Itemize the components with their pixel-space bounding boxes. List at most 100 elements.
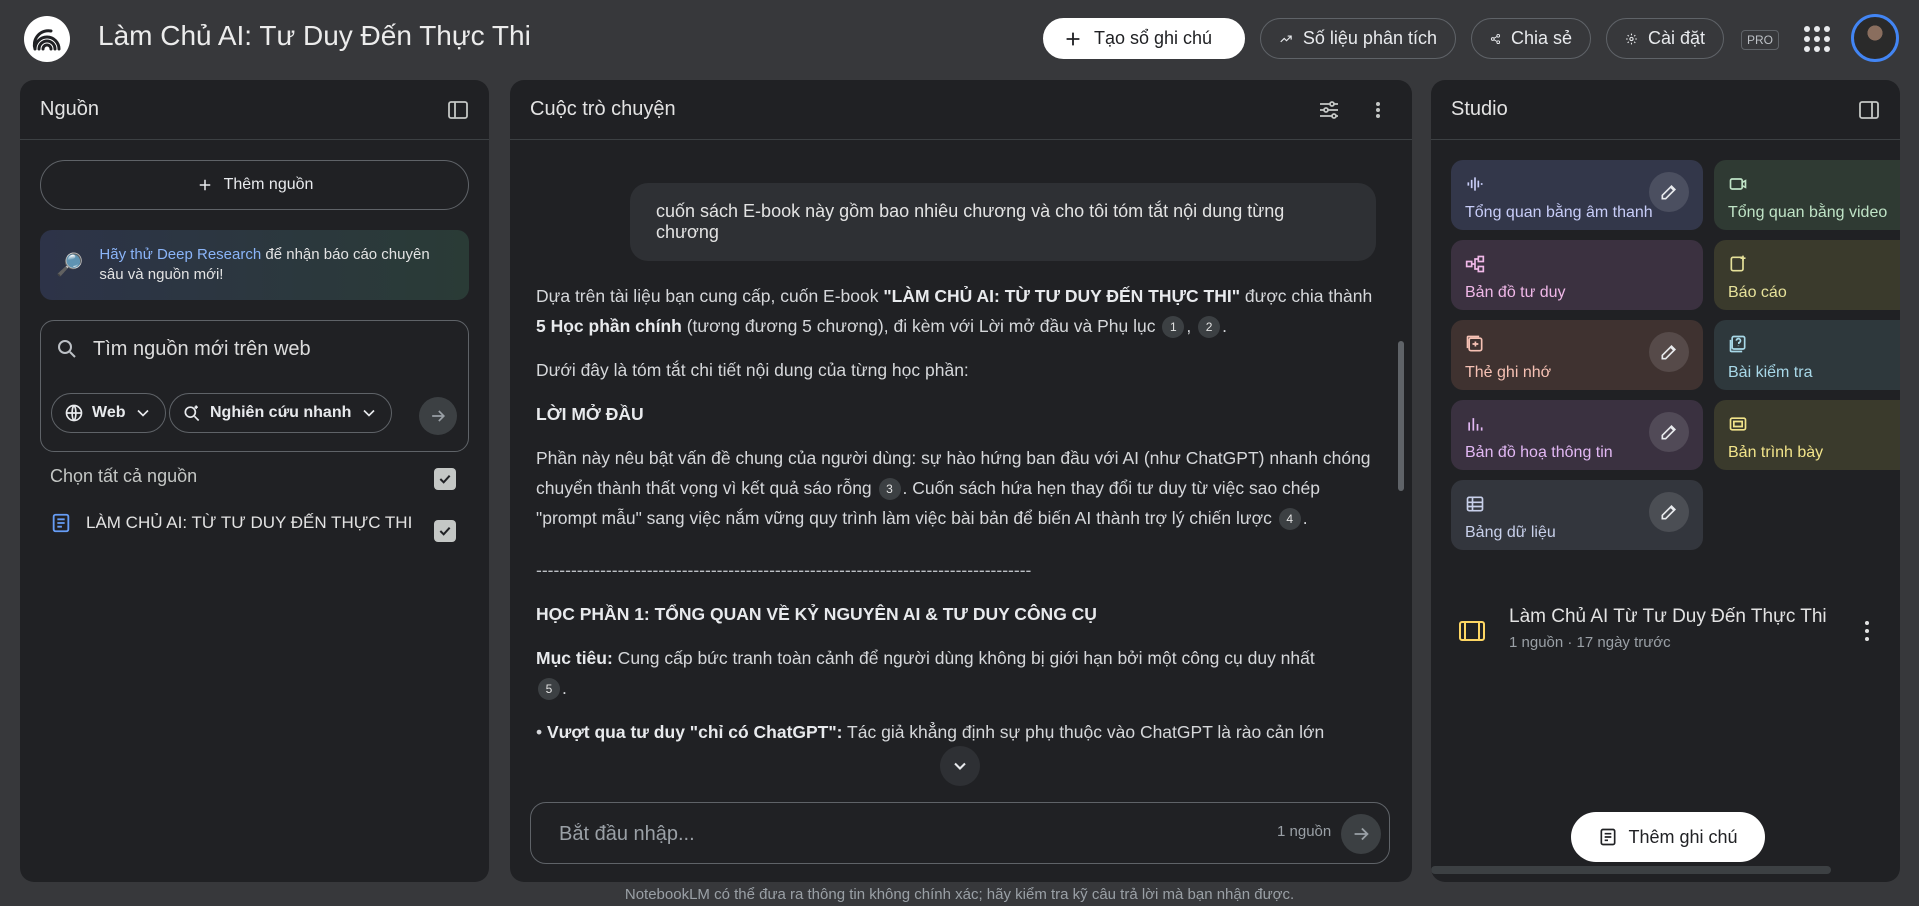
source-item-checkbox[interactable]	[434, 520, 456, 542]
studio-tile[interactable]: Bản đồ hoạ thông tin	[1451, 400, 1703, 470]
answer-paragraph: Phần này nêu bật vấn đề chung của người …	[536, 443, 1376, 533]
video-icon	[1728, 174, 1748, 194]
chevron-down-icon	[137, 409, 150, 417]
chat-scroll-area[interactable]: cuốn sách E-book này gồm bao nhiêu chươn…	[510, 141, 1412, 811]
edit-pencil-icon[interactable]	[1649, 172, 1689, 212]
chat-panel-title: Cuộc trò chuyện	[530, 98, 676, 120]
answer-heading: HỌC PHẦN 1: TỔNG QUAN VỀ KỶ NGUYÊN AI & …	[536, 604, 1097, 624]
source-item[interactable]: LÀM CHỦ AI: TỪ TƯ DUY ĐẾN THỰC THI	[50, 512, 412, 534]
flashcard-icon	[1465, 334, 1485, 354]
chevron-down-icon	[954, 762, 966, 770]
chat-panel: Cuộc trò chuyện cuốn sách E-book này gồm…	[510, 80, 1412, 882]
select-all-checkbox[interactable]	[434, 468, 456, 490]
analytics-button[interactable]: Số liệu phân tích	[1260, 18, 1456, 59]
studio-tile[interactable]: Bài kiểm tra	[1714, 320, 1900, 390]
check-icon	[439, 526, 451, 536]
settings-label: Cài đặt	[1647, 28, 1705, 48]
avatar[interactable]	[1851, 14, 1899, 62]
infographic-icon	[1465, 414, 1485, 434]
scroll-down-button[interactable]	[940, 746, 980, 786]
edit-pencil-icon[interactable]	[1649, 492, 1689, 532]
disclaimer-footer: NotebookLM có thể đưa ra thông tin không…	[624, 886, 1295, 903]
studio-tile[interactable]: Bảng dữ liệu	[1451, 480, 1703, 550]
app-header: Làm Chủ AI: Tư Duy Đến Thực Thi Tạo sổ g…	[0, 0, 1919, 78]
citation-chip[interactable]: 3	[878, 478, 901, 501]
more-options-icon[interactable]	[1857, 618, 1877, 644]
deep-research-link[interactable]: Hãy thử Deep Research	[99, 246, 261, 263]
collapse-panel-icon[interactable]	[1857, 98, 1881, 122]
chat-scrollbar[interactable]	[1398, 341, 1404, 491]
studio-tile[interactable]: Bản trình bày	[1714, 400, 1900, 470]
chat-composer: 1 nguồn	[530, 802, 1390, 864]
sources-panel: Nguồn Thêm nguồn 🔎 Hãy thử Deep Research…	[20, 80, 489, 882]
citation-chip[interactable]: 2	[1198, 316, 1221, 339]
saved-note-meta: 1 nguồn · 17 ngày trước	[1509, 634, 1671, 651]
more-options-icon[interactable]	[1366, 98, 1390, 122]
plus-icon	[199, 179, 210, 191]
deep-research-text: Hãy thử Deep Research để nhận báo cáo ch…	[99, 245, 453, 285]
citation-chip[interactable]: 1	[1162, 316, 1185, 339]
tune-settings-icon[interactable]	[1317, 98, 1341, 122]
studio-tile[interactable]: Tổng quan bằng âm thanh	[1451, 160, 1703, 230]
apps-grid-icon[interactable]	[1804, 26, 1830, 52]
web-source-dropdown[interactable]: Web	[51, 393, 167, 433]
add-note-label: Thêm ghi chú	[1628, 826, 1738, 847]
send-button[interactable]	[1341, 814, 1381, 854]
research-mode-dropdown[interactable]: Nghiên cứu nhanh	[169, 393, 393, 433]
add-source-label: Thêm nguồn	[223, 176, 314, 193]
settings-button[interactable]: Cài đặt	[1606, 18, 1724, 59]
select-all-label: Chọn tất cả nguồn	[50, 466, 198, 486]
answer-paragraph: Dưới đây là tóm tắt chi tiết nội dung củ…	[536, 360, 969, 380]
search-icon	[55, 337, 79, 361]
collapse-panel-icon[interactable]	[446, 98, 470, 122]
analytics-label: Số liệu phân tích	[1302, 28, 1437, 48]
chat-input[interactable]	[559, 819, 1199, 849]
studio-tile-label: Tổng quan bằng video	[1728, 204, 1888, 221]
studio-panel-title: Studio	[1451, 98, 1508, 120]
studio-tile[interactable]: Tổng quan bằng video	[1714, 160, 1900, 230]
answer-paragraph: • Vượt qua tư duy "chỉ có ChatGPT": Tác …	[536, 722, 1325, 742]
share-icon	[1490, 33, 1501, 44]
document-icon	[52, 513, 70, 533]
edit-pencil-icon[interactable]	[1649, 332, 1689, 372]
answer-paragraph: Dựa trên tài liệu bạn cung cấp, cuốn E-b…	[536, 281, 1376, 341]
table-icon	[1465, 494, 1485, 514]
trending-up-icon	[1280, 35, 1292, 42]
studio-tile-label: Bản đồ tư duy	[1465, 284, 1566, 301]
assistant-answer: Dựa trên tài liệu bạn cung cấp, cuốn E-b…	[536, 281, 1376, 761]
check-icon	[439, 474, 451, 484]
create-notebook-label: Tạo sổ ghi chú	[1094, 28, 1213, 48]
magnifier-icon: 🔎	[56, 252, 84, 277]
slides-icon	[1457, 616, 1487, 646]
studio-tile[interactable]: Bản đồ tư duy	[1451, 240, 1703, 310]
saved-note-item[interactable]: Làm Chủ AI Từ Tư Duy Đến Thực Thi 1 nguồ…	[1457, 602, 1877, 662]
sources-panel-title: Nguồn	[40, 98, 99, 120]
add-note-button[interactable]: Thêm ghi chú	[1571, 812, 1765, 862]
report-icon	[1728, 254, 1748, 274]
chat-panel-header: Cuộc trò chuyện	[510, 80, 1412, 140]
studio-horizontal-scrollbar[interactable]	[1431, 866, 1831, 874]
sparkle-search-icon	[184, 405, 200, 422]
submit-search-button[interactable]	[419, 397, 457, 435]
web-search-input[interactable]	[93, 333, 453, 365]
studio-panel: Studio Tổng quan bằng âm thanh Tổng quan …	[1431, 80, 1900, 882]
audio-wave-icon	[1465, 174, 1485, 194]
studio-tile-label: Bài kiểm tra	[1728, 364, 1813, 381]
share-button[interactable]: Chia sẻ	[1471, 18, 1591, 59]
citation-chip[interactable]: 5	[538, 678, 560, 701]
create-notebook-button[interactable]: Tạo sổ ghi chú	[1043, 18, 1245, 59]
notebooklm-logo-icon[interactable]	[24, 16, 70, 62]
studio-tile-label: Báo cáo	[1728, 284, 1787, 301]
studio-tile[interactable]: Báo cáo	[1714, 240, 1900, 310]
studio-panel-header: Studio	[1431, 80, 1900, 140]
citation-chip[interactable]: 4	[1278, 508, 1301, 531]
notebook-title[interactable]: Làm Chủ AI: Tư Duy Đến Thực Thi	[98, 20, 531, 52]
arrow-right-icon	[432, 410, 446, 422]
studio-tile[interactable]: Thẻ ghi nhớ	[1451, 320, 1703, 390]
sources-panel-header: Nguồn	[20, 80, 489, 140]
edit-pencil-icon[interactable]	[1649, 412, 1689, 452]
add-source-button[interactable]: Thêm nguồn	[40, 160, 469, 210]
pro-badge: PRO	[1741, 30, 1780, 50]
note-icon	[1600, 828, 1616, 846]
gear-icon	[1626, 33, 1637, 44]
